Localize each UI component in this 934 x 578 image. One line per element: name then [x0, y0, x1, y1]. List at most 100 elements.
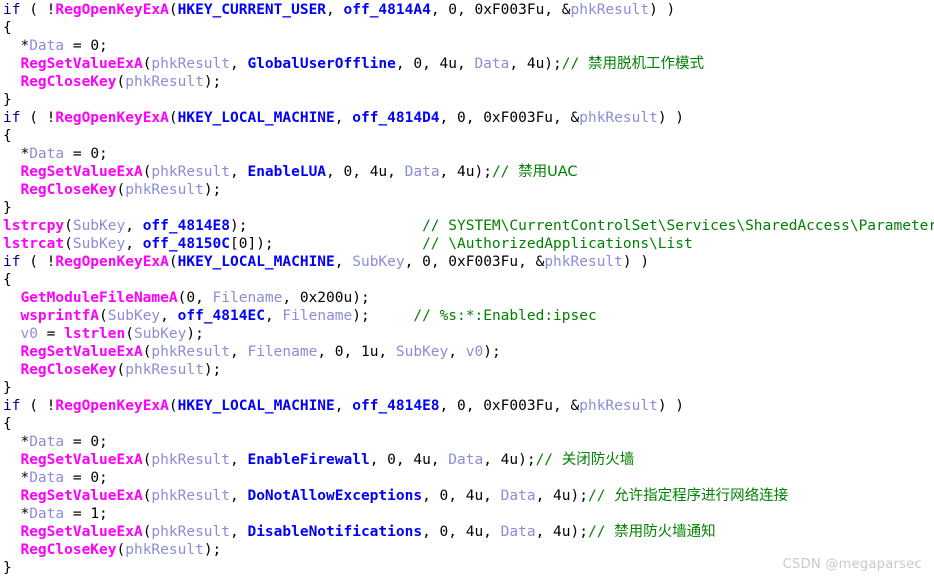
token-plain: , 4u);: [535, 524, 588, 540]
token-plain: }: [3, 200, 12, 216]
token-kw: if: [3, 254, 21, 270]
token-var: SubKey: [395, 344, 449, 360]
token-var: Data: [500, 488, 536, 504]
token-plain: );: [186, 326, 204, 342]
token-plain: ( !: [20, 398, 56, 414]
code-line[interactable]: *Data = 0;: [0, 37, 934, 55]
token-glob: off_4814D4: [352, 110, 440, 126]
token-plain: , 0, 4u,: [422, 488, 501, 504]
csdn-watermark: CSDN @megaparsec: [782, 557, 922, 572]
token-plain: ,: [125, 236, 143, 252]
token-func: GetModuleFileNameA: [20, 290, 178, 306]
token-func: RegSetValueExA: [20, 164, 143, 180]
code-line[interactable]: *Data = 0;: [0, 145, 934, 163]
code-line[interactable]: if ( !RegOpenKeyExA(HKEY_LOCAL_MACHINE , …: [0, 109, 934, 127]
token-plain: (: [116, 182, 126, 198]
token-plain: );: [203, 74, 222, 90]
token-glob: off_4814E8: [352, 398, 440, 414]
code-line[interactable]: *Data = 0;: [0, 433, 934, 451]
code-line[interactable]: {: [0, 19, 934, 37]
token-var: phkResult: [579, 110, 658, 126]
token-var: Data: [29, 146, 65, 162]
token-plain: *: [3, 38, 30, 54]
code-line[interactable]: GetModuleFileNameA(0, Filename, 0x200u);: [0, 289, 934, 307]
token-glob: GlobalUserOffline: [247, 56, 396, 72]
token-plain: = 0;: [64, 38, 108, 54]
token-kw: if: [3, 2, 21, 18]
token-plain: , 0, 4u,: [422, 524, 501, 540]
token-plain: (: [168, 110, 178, 126]
pseudocode-screenshot: if ( !RegOpenKeyExA(HKEY_CURRENT_USER, o…: [0, 0, 934, 578]
token-plain: (: [168, 2, 178, 18]
token-comment-cjk: 禁用脱机工作模式: [587, 56, 704, 72]
code-line[interactable]: RegCloseKey(phkResult);: [0, 361, 934, 379]
token-plain: , 0, 0xF003Fu, &: [439, 110, 580, 126]
code-line[interactable]: {: [0, 127, 934, 145]
code-line[interactable]: }: [0, 91, 934, 109]
token-plain: ) ): [649, 2, 676, 18]
token-glob: off_48150C: [142, 236, 231, 252]
token-var: phkResult: [125, 362, 204, 378]
code-line[interactable]: if ( !RegOpenKeyExA(HKEY_LOCAL_MACHINE , …: [0, 253, 934, 271]
code-line[interactable]: {: [0, 271, 934, 289]
code-line[interactable]: RegSetValueExA(phkResult, Filename, 0, 1…: [0, 343, 934, 361]
token-glob: off_4814A4: [343, 2, 431, 18]
code-line[interactable]: lstrcat(SubKey, off_48150C[0]); // \Auth…: [0, 235, 934, 253]
code-line[interactable]: if ( !RegOpenKeyExA(HKEY_CURRENT_USER, o…: [0, 1, 934, 19]
token-var: phkResult: [125, 74, 204, 90]
token-var: v0: [465, 344, 484, 360]
token-plain: );: [230, 218, 423, 234]
code-line[interactable]: *Data = 0;: [0, 469, 934, 487]
token-plain: ,: [230, 56, 248, 72]
token-plain: );: [483, 344, 501, 360]
code-line[interactable]: if ( !RegOpenKeyExA(HKEY_LOCAL_MACHINE , …: [0, 397, 934, 415]
token-plain: ,: [230, 344, 248, 360]
code-line[interactable]: RegCloseKey(phkResult);: [0, 181, 934, 199]
token-glob: off_4814E8: [142, 218, 231, 234]
token-plain: , 0, 1u,: [317, 344, 396, 360]
token-plain: }: [3, 92, 12, 108]
token-comment: //: [535, 452, 562, 468]
token-plain: ) ): [622, 254, 650, 270]
token-var: SubKey: [72, 218, 126, 234]
code-line[interactable]: RegSetValueExA(phkResult, DoNotAllowExce…: [0, 487, 934, 505]
code-line[interactable]: {: [0, 415, 934, 433]
code-line[interactable]: }: [0, 199, 934, 217]
token-plain: {: [3, 272, 12, 288]
code-listing[interactable]: if ( !RegOpenKeyExA(HKEY_CURRENT_USER, o…: [0, 0, 934, 577]
token-glob: HKEY_LOCAL_MACHINE: [177, 254, 335, 270]
token-var: Data: [29, 38, 65, 54]
code-line[interactable]: RegSetValueExA(phkResult, DisableNotific…: [0, 523, 934, 541]
code-line[interactable]: RegSetValueExA(phkResult, GlobalUserOffl…: [0, 55, 934, 73]
token-plain: ,: [230, 164, 248, 180]
token-var: Data: [500, 524, 536, 540]
token-comment: // \AuthorizedApplications\List: [422, 236, 693, 252]
token-func: RegSetValueExA: [20, 344, 143, 360]
token-func: RegCloseKey: [20, 542, 117, 558]
code-line[interactable]: v0 = lstrlen(SubKey);: [0, 325, 934, 343]
token-plain: , 0, 0xF003Fu, &: [404, 254, 545, 270]
token-var: Data: [448, 452, 484, 468]
token-plain: = 0;: [64, 146, 108, 162]
token-comment-cjk: 允许指定程序进行网络连接: [614, 488, 789, 504]
code-line[interactable]: RegCloseKey(phkResult);: [0, 73, 934, 91]
code-line[interactable]: *Data = 1;: [0, 505, 934, 523]
token-plain: = 0;: [64, 434, 108, 450]
code-line[interactable]: RegSetValueExA(phkResult, EnableLUA, 0, …: [0, 163, 934, 181]
token-plain: ,: [160, 308, 178, 324]
token-var: SubKey: [107, 308, 161, 324]
token-plain: (: [168, 398, 178, 414]
token-comment: //: [491, 164, 519, 180]
token-plain: *: [3, 470, 30, 486]
code-line[interactable]: lstrcpy(SubKey, off_4814E8); // SYSTEM\C…: [0, 217, 934, 235]
code-line[interactable]: }: [0, 379, 934, 397]
code-line[interactable]: wsprintfA(SubKey, off_4814EC, Filename);…: [0, 307, 934, 325]
token-plain: (: [116, 542, 126, 558]
token-func: RegOpenKeyExA: [55, 398, 169, 414]
token-plain: ,: [230, 488, 248, 504]
token-glob: off_4814EC: [177, 308, 265, 324]
code-line[interactable]: RegSetValueExA(phkResult, EnableFirewall…: [0, 451, 934, 469]
